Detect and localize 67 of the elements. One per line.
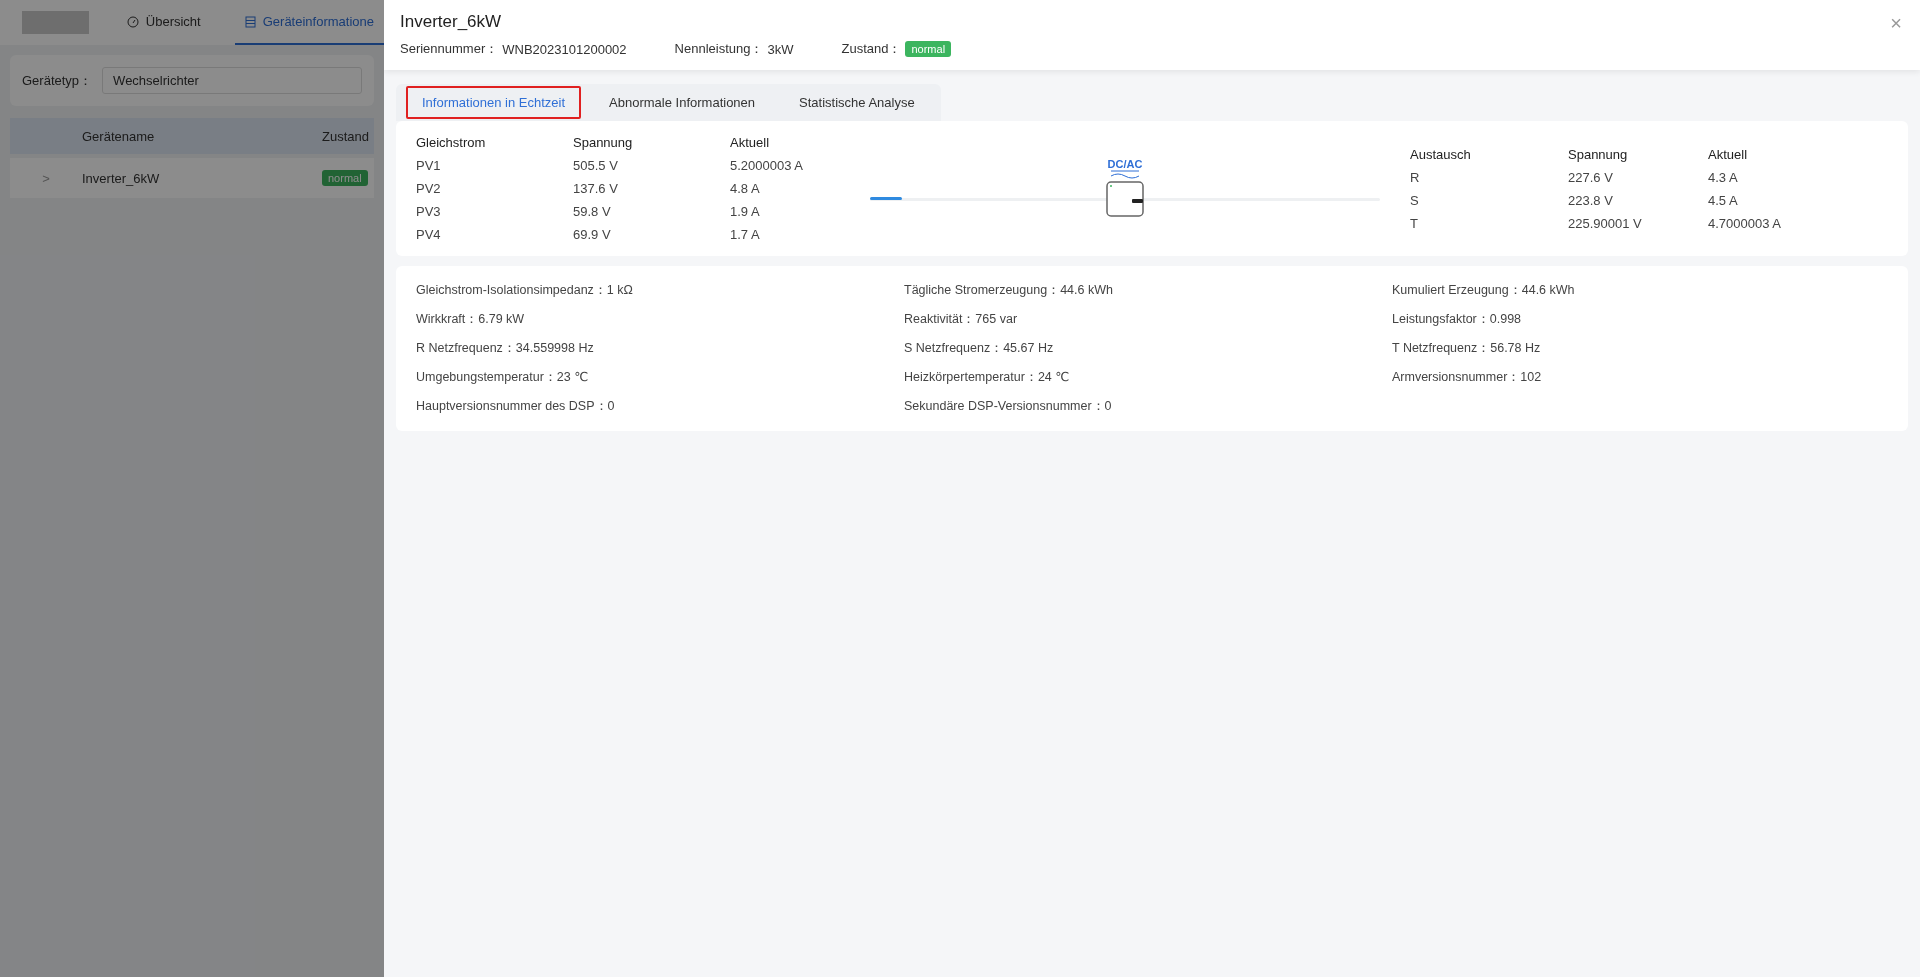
table-cell-text: T (1410, 215, 1419, 231)
table-cell-text: 137.6 V (573, 181, 619, 196)
drawer-title: Inverter_6kW (400, 12, 503, 32)
meta-label: Zustand： (841, 40, 902, 58)
table-cell-text: PV4 (416, 227, 442, 242)
tab[interactable]: Informationen in Echtzeit (406, 86, 582, 119)
logo-placeholder (22, 11, 89, 34)
status-badge: normal (905, 41, 952, 57)
column-header: Aktuell (1708, 146, 1749, 162)
device-type-field[interactable]: Wechselrichter (102, 67, 362, 94)
info-item: R Netzfrequenz：34.559998 Hz (416, 340, 595, 357)
info-item: Wirkkraft：6.79 kW (416, 311, 526, 328)
column-header: Spannung (573, 135, 634, 150)
info-item: Reaktivität：765 var (904, 311, 1019, 328)
table-cell-text: 4.7000003 A (1708, 215, 1783, 231)
column-header: Gleichstrom (416, 135, 487, 150)
table-cell-text: Inverter_6kW (82, 170, 161, 186)
meta-value: 3kW (767, 41, 794, 57)
info-item: Umgebungstemperatur：23 ℃ (416, 369, 590, 386)
meta-label: Nennleistung： (674, 40, 764, 58)
close-button[interactable]: × (1888, 12, 1904, 35)
table-cell-text: PV2 (416, 181, 442, 196)
column-header: Austausch (1410, 146, 1472, 162)
meta-label: Seriennummer： (400, 40, 499, 58)
list-icon (244, 15, 256, 28)
column-header: Gerätename (82, 128, 156, 144)
tab[interactable]: Statistische Analyse (783, 86, 931, 119)
info-item: Tägliche Stromerzeugung：44.6 kWh (904, 282, 1114, 299)
table-cell-text: 4.8 A (730, 181, 761, 196)
table-cell-text: 69.9 V (573, 227, 612, 242)
table-cell-text: R (1410, 169, 1421, 185)
info-item: Hauptversionsnummer des DSP：0 (416, 398, 616, 415)
info-item: Leistungsfaktor：0.998 (1392, 311, 1523, 328)
table-cell-text: 1.7 A (730, 227, 761, 242)
info-item: Gleichstrom-Isolationsimpedanz：1 kΩ (416, 282, 634, 299)
table-cell-text: 225.90001 V (1568, 215, 1643, 231)
table-cell-text: 59.8 V (573, 204, 612, 219)
table-cell-text: 4.5 A (1708, 192, 1739, 208)
tab[interactable]: Abnormale Informationen (593, 86, 772, 119)
info-item: Armversionsnummer：102 (1392, 369, 1543, 386)
nav-tab[interactable]: Übersicht (116, 0, 211, 45)
table-cell-text: 227.6 V (1568, 169, 1614, 185)
info-item: S Netzfrequenz：45.67 Hz (904, 340, 1055, 357)
status-badge: normal (322, 170, 368, 186)
table-cell-text: 5.2000003 A (730, 158, 805, 173)
info-item: T Netzfrequenz：56.78 Hz (1392, 340, 1542, 357)
filter-label: Gerätetyp： (22, 71, 93, 90)
wave-icon (1110, 170, 1140, 179)
table-cell-text: PV3 (416, 204, 442, 219)
meta-value: WNB2023101200002 (502, 41, 627, 57)
column-header: Aktuell (730, 135, 771, 150)
info-item: Kumuliert Erzeugung：44.6 kWh (1392, 282, 1576, 299)
info-item: Heizkörpertemperatur：24 ℃ (904, 369, 1071, 386)
flow-indicator (870, 197, 902, 200)
column-header: Zustand (322, 128, 370, 144)
gauge-icon (126, 15, 139, 28)
table-cell-text: PV1 (416, 158, 442, 173)
table-row[interactable]: > Inverter_6kW normal (10, 158, 374, 198)
inverter-icon (1106, 181, 1144, 217)
table-cell-text: 223.8 V (1568, 192, 1614, 208)
table-cell-text: 1.9 A (730, 204, 761, 219)
dc-ac-label: DC/AC (1107, 158, 1143, 170)
table-cell-text: S (1410, 192, 1420, 208)
table-cell-text: 505.5 V (573, 158, 619, 173)
info-item: Sekundäre DSP-Versionsnummer：0 (904, 398, 1113, 415)
column-header: Spannung (1568, 146, 1629, 162)
table-cell-text: 4.3 A (1708, 169, 1739, 185)
